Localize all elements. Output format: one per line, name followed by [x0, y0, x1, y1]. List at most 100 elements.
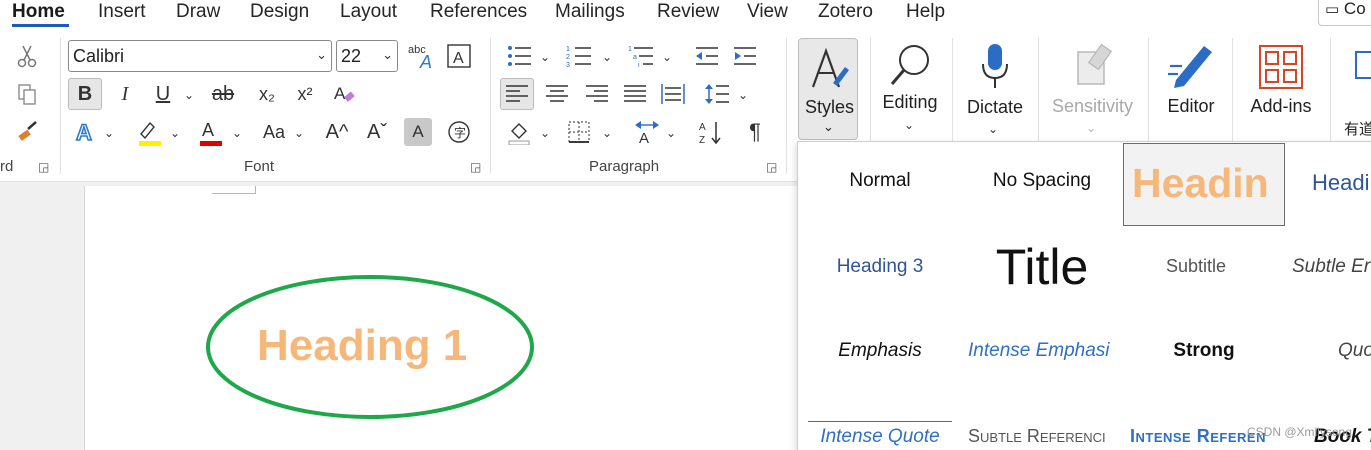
tab-mailings[interactable]: Mailings [555, 0, 625, 26]
add-ins-button[interactable]: Add-ins [1244, 96, 1318, 117]
increase-indent-button[interactable] [728, 40, 762, 72]
align-center-button[interactable] [540, 78, 574, 110]
style-intense-emphasis[interactable]: Intense Emphasi [968, 340, 1116, 370]
decrease-indent-button[interactable] [690, 40, 724, 72]
underline-dropdown-chevron-icon[interactable]: ⌄ [184, 88, 194, 102]
font-family-combo[interactable]: Calibri ⌄ [68, 40, 332, 72]
text-effects-dropdown-chevron-icon[interactable]: ⌄ [104, 126, 114, 140]
style-subtle-emphasis[interactable]: Subtle Er [1292, 256, 1371, 286]
numbering-dropdown-chevron-icon[interactable]: ⌄ [602, 50, 612, 64]
numbering-button[interactable]: 123 [562, 40, 596, 72]
style-heading-3[interactable]: Heading 3 [808, 256, 952, 286]
multilevel-list-icon: 1ai [628, 46, 653, 68]
shrink-font-button[interactable]: Aˇ [360, 116, 394, 148]
tab-draw[interactable]: Draw [176, 0, 220, 26]
italic-button[interactable]: I [108, 78, 142, 110]
justify-button[interactable] [618, 78, 652, 110]
font-color-icon: A [200, 120, 222, 146]
character-shading-label: A [412, 122, 424, 141]
comments-label: Co [1343, 0, 1366, 18]
style-subtitle[interactable]: Subtitle [1124, 256, 1268, 286]
align-right-button[interactable] [580, 78, 614, 110]
superscript-button[interactable]: x² [288, 78, 322, 110]
tab-zotero[interactable]: Zotero [818, 0, 873, 26]
highlight-dropdown-chevron-icon[interactable]: ⌄ [170, 126, 180, 140]
change-case-abc-button[interactable]: abc A [404, 40, 438, 72]
shading-button[interactable] [502, 116, 536, 148]
youdao-label: 有道 [1344, 121, 1371, 138]
styles-button[interactable]: Styles ⌄ [798, 38, 858, 140]
distributed-button[interactable] [656, 78, 690, 110]
asian-layout-button[interactable]: A [630, 116, 664, 148]
style-title[interactable]: Title [966, 238, 1118, 302]
character-shading-button[interactable]: A [404, 118, 432, 146]
document-heading-text[interactable]: Heading 1 [257, 321, 467, 371]
styles-icon [811, 47, 849, 88]
multilevel-dropdown-chevron-icon[interactable]: ⌄ [662, 50, 672, 64]
show-formatting-marks-button[interactable]: ¶ [738, 116, 772, 148]
bullets-dropdown-chevron-icon[interactable]: ⌄ [540, 50, 550, 64]
character-border-button[interactable]: A [442, 40, 476, 72]
separator [870, 38, 871, 142]
strikethrough-button[interactable]: ab [206, 78, 240, 110]
editing-dropdown-chevron-icon[interactable]: ⌄ [904, 118, 914, 132]
align-left-button[interactable] [500, 78, 534, 110]
enclose-characters-button[interactable]: 字 [442, 116, 476, 148]
cut-button[interactable] [10, 40, 44, 72]
tab-layout[interactable]: Layout [340, 0, 397, 26]
bold-button[interactable]: B [68, 78, 102, 110]
borders-button[interactable] [562, 116, 596, 148]
style-emphasis[interactable]: Emphasis [808, 340, 952, 370]
underline-button[interactable]: U [146, 78, 180, 110]
multilevel-list-button[interactable]: 1ai [624, 40, 658, 72]
tab-insert[interactable]: Insert [98, 0, 146, 26]
style-no-spacing[interactable]: No Spacing [966, 170, 1118, 200]
subscript-button[interactable]: x₂ [250, 78, 284, 110]
style-normal[interactable]: Normal [808, 170, 952, 200]
shading-dropdown-chevron-icon[interactable]: ⌄ [540, 126, 550, 140]
borders-dropdown-chevron-icon[interactable]: ⌄ [602, 126, 612, 140]
underline-label: U [155, 82, 171, 105]
distributed-icon [661, 84, 685, 104]
scissors-icon [17, 45, 37, 68]
line-spacing-button[interactable] [700, 78, 734, 110]
tab-design[interactable]: Design [250, 0, 309, 26]
sort-button[interactable]: AZ [694, 116, 728, 148]
copy-button[interactable] [10, 78, 44, 110]
tab-review[interactable]: Review [657, 0, 719, 26]
format-painter-button[interactable] [10, 116, 44, 148]
style-heading-2[interactable]: Headi [1312, 170, 1371, 202]
svg-text:3: 3 [566, 62, 570, 68]
comments-button[interactable]: ▭ Co [1318, 0, 1371, 26]
asian-layout-dropdown-chevron-icon[interactable]: ⌄ [666, 126, 676, 140]
editing-button[interactable]: Editing [880, 92, 940, 113]
dictate-dropdown-chevron-icon[interactable]: ⌄ [988, 122, 998, 136]
change-case-button[interactable]: Aa [254, 116, 294, 148]
font-color-dropdown-chevron-icon[interactable]: ⌄ [232, 126, 242, 140]
change-case-dropdown-chevron-icon[interactable]: ⌄ [294, 126, 304, 140]
style-intense-quote[interactable]: Intense Quote [808, 421, 952, 450]
tab-help[interactable]: Help [906, 0, 945, 26]
clipboard-launcher-icon[interactable]: ◲ [38, 160, 49, 174]
tab-references[interactable]: References [430, 0, 527, 26]
highlight-button[interactable] [130, 116, 164, 148]
style-subtle-reference[interactable]: Subtle Referenci [968, 426, 1116, 450]
grow-font-button[interactable]: A^ [320, 116, 354, 148]
style-heading-1-selected[interactable]: Headin [1123, 143, 1285, 226]
text-effects-button[interactable]: A [68, 116, 102, 148]
dictate-button[interactable]: Dictate [962, 97, 1028, 118]
editor-button[interactable]: Editor [1160, 96, 1222, 117]
font-size-combo[interactable]: 22 ⌄ [336, 40, 398, 72]
font-color-button[interactable]: A [192, 116, 226, 148]
bullets-icon [508, 46, 531, 66]
style-quote[interactable]: Quo [1338, 340, 1371, 370]
tab-view[interactable]: View [747, 0, 788, 26]
font-launcher-icon[interactable]: ◲ [470, 160, 481, 174]
line-spacing-dropdown-chevron-icon[interactable]: ⌄ [738, 88, 748, 102]
youdao-button[interactable]: 有道 [1344, 118, 1371, 139]
style-strong[interactable]: Strong [1124, 340, 1284, 370]
bullets-button[interactable] [502, 40, 536, 72]
paragraph-launcher-icon[interactable]: ◲ [766, 160, 777, 174]
clear-formatting-button[interactable]: A [328, 78, 362, 110]
tab-home[interactable]: Home [12, 0, 65, 26]
